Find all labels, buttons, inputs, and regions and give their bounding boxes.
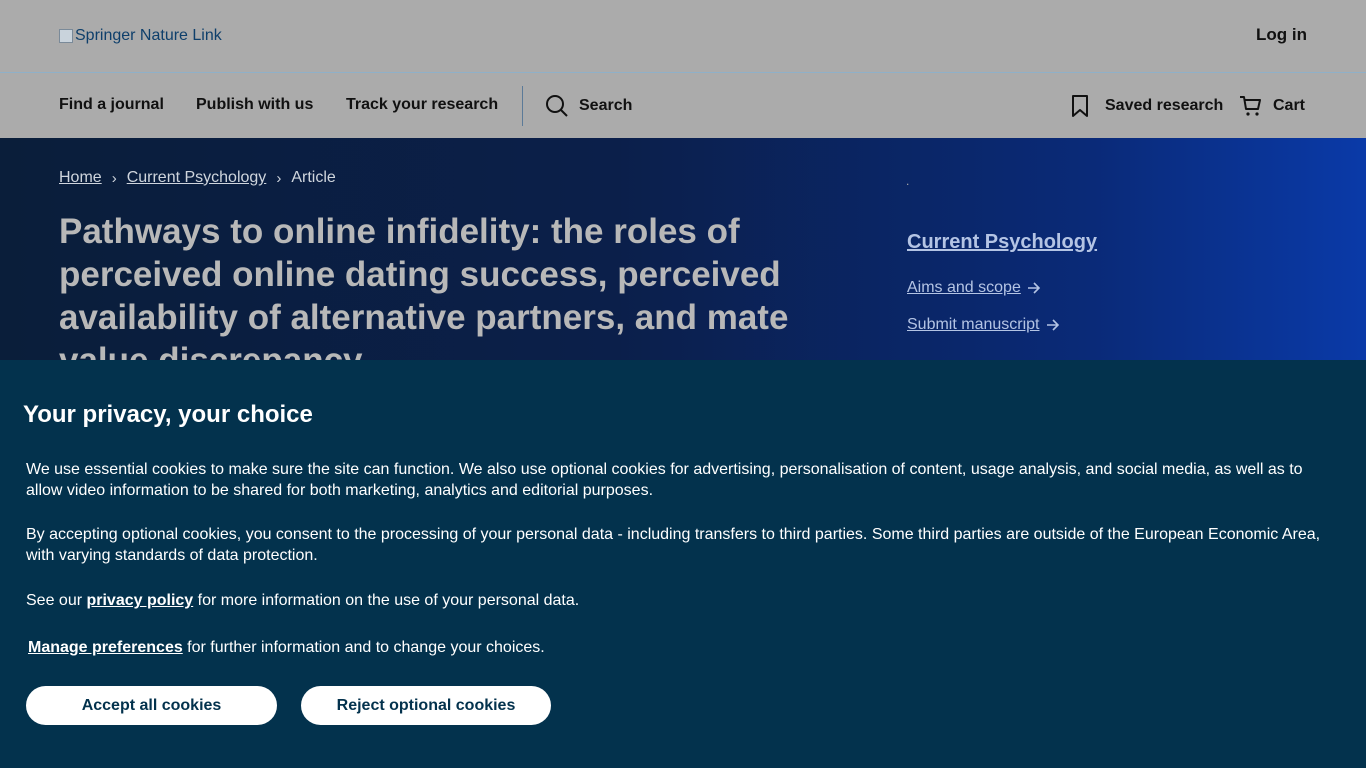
chevron-right-icon: › [111, 169, 117, 187]
privacy-text-post: for more information on the use of your … [193, 592, 580, 609]
chevron-right-icon: › [276, 169, 282, 187]
breadcrumb: Home › Current Psychology › Article [59, 169, 336, 187]
aims-and-scope-label: Aims and scope [907, 279, 1021, 296]
reject-optional-cookies-button[interactable]: Reject optional cookies [301, 686, 551, 725]
article-hero: Home › Current Psychology › Article Path… [0, 138, 1366, 360]
article-title: Pathways to online infidelity: the roles… [59, 212, 789, 360]
main-nav: Find a journal Publish with us Track you… [0, 73, 1366, 138]
search-icon [546, 95, 568, 117]
privacy-text-pre: See our [26, 592, 87, 609]
bookmark-icon [1072, 95, 1088, 117]
broken-image-icon [59, 29, 73, 43]
nav-publish-with-us[interactable]: Publish with us [196, 96, 313, 114]
aims-and-scope-link[interactable]: Aims and scope [907, 279, 1041, 297]
cookie-heading: Your privacy, your choice [23, 401, 313, 428]
breadcrumb-home[interactable]: Home [59, 169, 102, 187]
journal-cover-placeholder: . [906, 174, 910, 188]
cookie-text-privacy: See our privacy policy for more informat… [26, 590, 1336, 611]
nav-find-journal[interactable]: Find a journal [59, 96, 164, 114]
cookie-text-essential: We use essential cookies to make sure th… [26, 461, 1303, 499]
breadcrumb-journal[interactable]: Current Psychology [127, 169, 267, 187]
submit-manuscript-link[interactable]: Submit manuscript [907, 316, 1060, 334]
cookie-text-consent: By accepting optional cookies, you conse… [26, 526, 1321, 564]
cart-icon [1240, 96, 1261, 116]
arrow-right-icon [1027, 282, 1040, 294]
nav-divider [522, 86, 523, 126]
cart-label: Cart [1273, 97, 1306, 114]
login-link[interactable]: Log in [1256, 25, 1307, 45]
logo-alt-text: Springer Nature Link [75, 27, 222, 44]
saved-research-label: Saved research [1105, 97, 1224, 114]
submit-manuscript-label: Submit manuscript [907, 316, 1040, 333]
accept-all-cookies-button[interactable]: Accept all cookies [26, 686, 277, 725]
cookie-consent-dialog: Your privacy, your choice We use essenti… [0, 360, 1366, 768]
site-header: Springer Nature Link Log in [0, 0, 1366, 73]
journal-title-link[interactable]: Current Psychology [907, 231, 1097, 254]
search-label: Search [579, 97, 633, 114]
cookie-text-preferences: Manage preferences for further informati… [28, 637, 1338, 658]
preferences-text-post: for further information and to change yo… [182, 639, 545, 656]
privacy-policy-link[interactable]: privacy policy [86, 592, 193, 609]
springer-nature-link-logo[interactable]: Springer Nature Link [59, 27, 222, 45]
nav-track-research[interactable]: Track your research [346, 96, 498, 114]
manage-preferences-link[interactable]: Manage preferences [28, 639, 183, 656]
arrow-right-icon [1046, 319, 1059, 331]
nav-search-button[interactable]: Search [545, 94, 632, 118]
cart-link[interactable]: Cart [1239, 94, 1305, 118]
saved-research-link[interactable]: Saved research [1070, 94, 1223, 118]
breadcrumb-current: Article [291, 169, 336, 186]
